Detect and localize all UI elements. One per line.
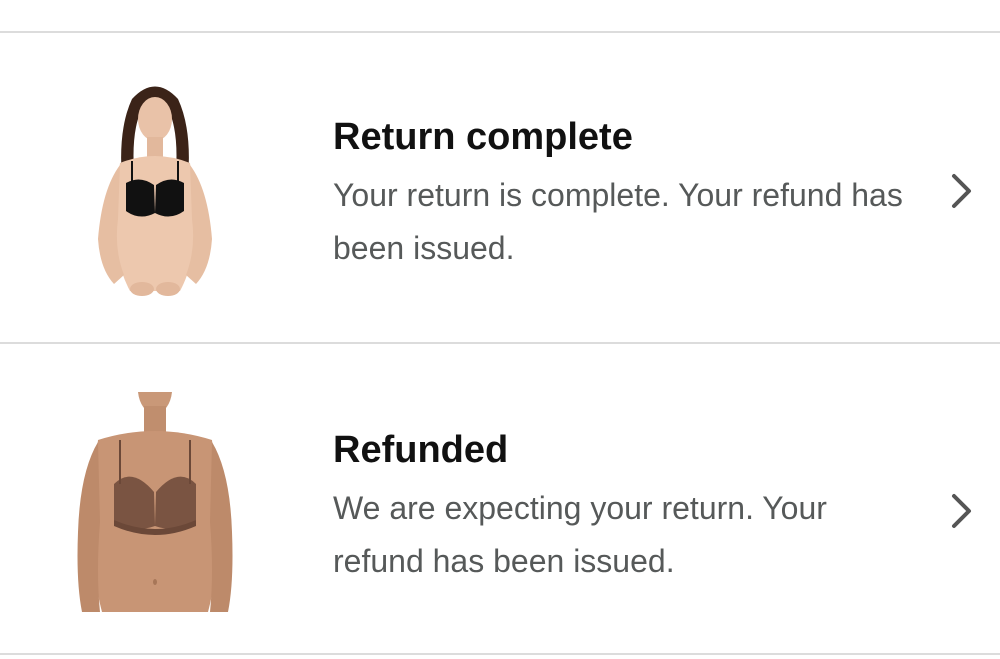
product-image[interactable]	[60, 392, 250, 612]
return-status-title: Return complete	[333, 116, 633, 158]
return-item-row[interactable]: Return complete Your return is complete.…	[0, 33, 1000, 344]
return-info: Return complete Your return is complete.…	[333, 115, 923, 275]
chevron-right-icon[interactable]	[949, 491, 975, 531]
return-status-description: We are expecting your return. Your refun…	[333, 490, 827, 579]
return-status-description: Your return is complete. Your refund has…	[333, 177, 903, 266]
product-image[interactable]	[60, 79, 250, 299]
top-divider	[0, 0, 1000, 33]
nude-lace-bra-product-image	[77, 392, 233, 612]
return-info: Refunded We are expecting your return. Y…	[333, 428, 923, 588]
return-status-title: Refunded	[333, 429, 509, 471]
black-bra-product-image	[98, 86, 212, 296]
chevron-right-icon[interactable]	[949, 171, 975, 211]
return-item-row[interactable]: Refunded We are expecting your return. Y…	[0, 344, 1000, 655]
